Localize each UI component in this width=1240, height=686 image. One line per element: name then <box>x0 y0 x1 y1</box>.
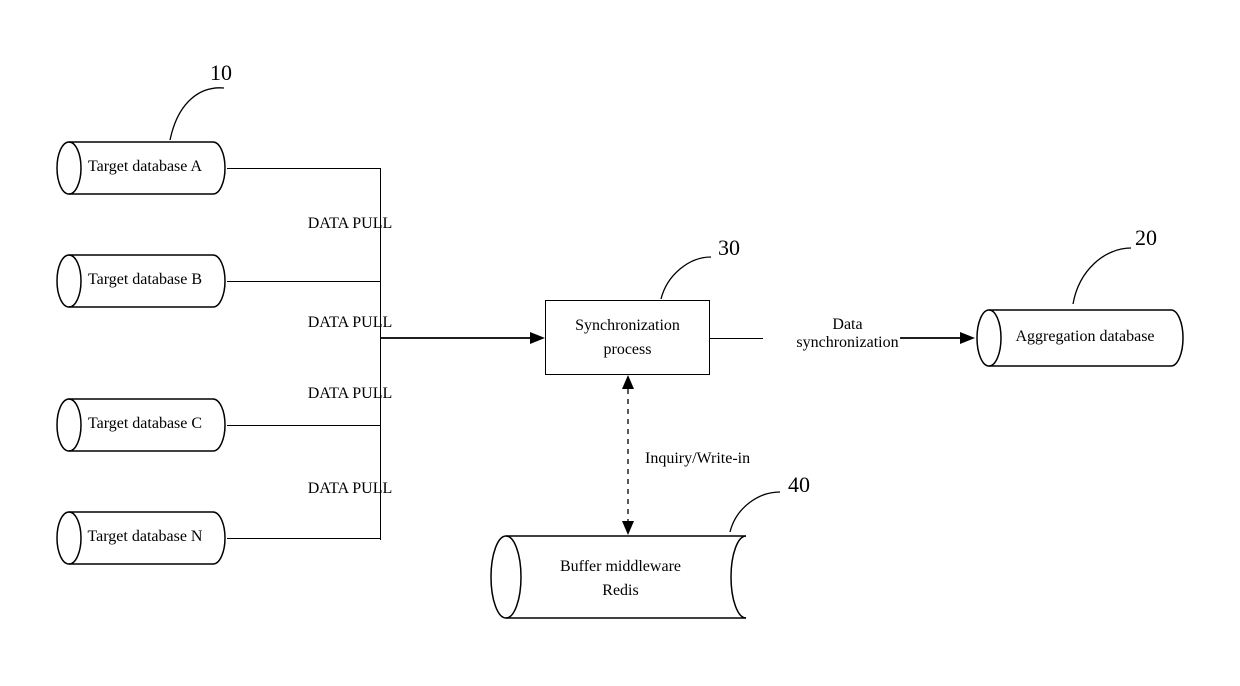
target-db-a <box>55 140 227 196</box>
ref-leader-20 <box>1065 230 1145 310</box>
arrow-to-aggregation <box>900 328 975 348</box>
vertical-bus <box>380 168 381 540</box>
ref-leader-10 <box>160 68 240 148</box>
target-db-b <box>55 253 227 309</box>
target-db-c <box>55 397 227 453</box>
line-db-c <box>227 425 380 426</box>
line-db-b <box>227 281 380 282</box>
arrow-bus-to-sync <box>380 328 545 348</box>
line-db-a <box>227 168 380 169</box>
inquiry-label: Inquiry/Write-in <box>560 450 805 468</box>
arrow-sync-buffer <box>618 375 638 535</box>
aggregation-db <box>975 308 1185 368</box>
data-pull-label-4: DATA PULL <box>300 480 400 498</box>
data-pull-label-3: DATA PULL <box>300 385 400 403</box>
data-pull-label-1: DATA PULL <box>300 215 400 233</box>
ref-leader-40 <box>724 480 794 538</box>
target-db-n <box>55 510 227 566</box>
ref-leader-30 <box>655 245 725 305</box>
sync-process-label: Synchronization process <box>575 314 680 360</box>
sync-process-box: Synchronization process <box>545 300 710 375</box>
line-db-n <box>227 538 380 539</box>
data-sync-label: Data synchronization <box>780 316 915 352</box>
diagram-canvas: 10 Target database A Target database B T… <box>0 0 1240 686</box>
line-sync-out-left <box>710 338 763 339</box>
buffer-middleware <box>488 533 763 621</box>
